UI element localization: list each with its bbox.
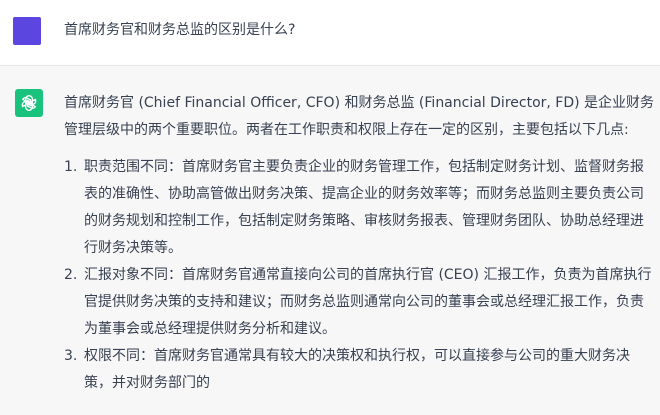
list-item: 1. 职责范围不同：首席财务官主要负责企业的财务管理工作，包括制定财务计划、监督…: [64, 154, 656, 262]
list-item-text: 汇报对象不同：首席财务官通常直接向公司的首席执行官 (CEO) 汇报工作，负责为…: [84, 267, 652, 337]
openai-logo-icon: [21, 95, 37, 112]
list-item-text: 权限不同：首席财务官通常具有较大的决策权和执行权，可以直接参与公司的重大财务决策…: [84, 348, 630, 391]
assistant-message-row: 首席财务官 (Chief Financial Officer, CFO) 和财务…: [0, 66, 660, 415]
user-avatar: [13, 17, 41, 45]
list-item-number: 2.: [64, 267, 78, 283]
list-item: 2. 汇报对象不同：首席财务官通常直接向公司的首席执行官 (CEO) 汇报工作，…: [64, 262, 656, 343]
list-item-number: 3.: [64, 348, 78, 364]
assistant-avatar: [15, 89, 43, 117]
assistant-intro-text: 首席财务官 (Chief Financial Officer, CFO) 和财务…: [64, 95, 655, 138]
user-message-text: 首席财务官和财务总监的区别是什么?: [64, 22, 296, 38]
list-item-text: 职责范围不同：首席财务官主要负责企业的财务管理工作，包括制定财务计划、监督财务报…: [84, 159, 644, 256]
user-message-row: 首席财务官和财务总监的区别是什么?: [0, 0, 660, 66]
list-item: 3. 权限不同：首席财务官通常具有较大的决策权和执行权，可以直接参与公司的重大财…: [64, 343, 656, 397]
answer-list: 1. 职责范围不同：首席财务官主要负责企业的财务管理工作，包括制定财务计划、监督…: [64, 154, 656, 397]
assistant-message-body: 首席财务官 (Chief Financial Officer, CFO) 和财务…: [64, 90, 656, 397]
list-item-number: 1.: [64, 159, 78, 175]
